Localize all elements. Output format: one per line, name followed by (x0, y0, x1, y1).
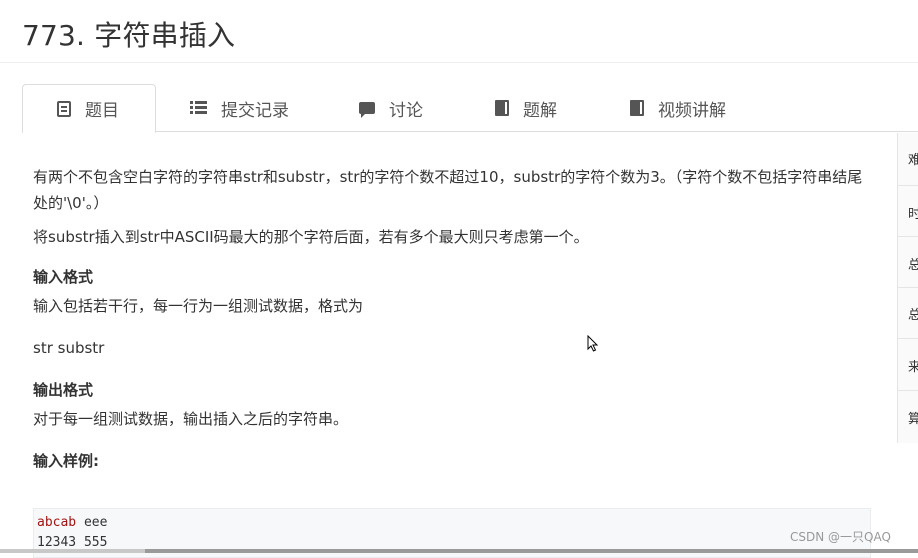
horizontal-scrollbar[interactable] (0, 549, 918, 553)
tab-solutions-label: 题解 (523, 100, 557, 121)
input-format-text: 输入包括若干行，每一行为一组测试数据，格式为 (33, 297, 364, 315)
code-token: abcab (37, 515, 77, 530)
scrollbar-thumb[interactable] (145, 549, 918, 553)
tab-video[interactable]: 视频讲解 (630, 84, 726, 132)
divider (898, 287, 918, 288)
info-difficulty: 难 (908, 153, 918, 168)
csdn-watermark: CSDN @一只QAQ (790, 530, 891, 544)
code-token: 12343 (37, 535, 77, 550)
info-time: 时 (908, 207, 918, 222)
info-source: 来 (908, 360, 918, 375)
tab-video-label: 视频讲解 (658, 100, 726, 121)
divider (898, 236, 918, 237)
problem-content: 有两个不包含空白字符的字符串str和substr，str的字符个数不超过10，s… (33, 160, 873, 471)
tab-solutions[interactable]: 题解 (495, 84, 557, 132)
code-token: eee (76, 515, 108, 530)
tab-discussion[interactable]: 讨论 (359, 84, 423, 132)
list-icon (190, 101, 207, 115)
divider (898, 390, 918, 391)
page-title: 773. 字符串插入 (22, 19, 236, 52)
output-format-text: 对于每一组测试数据，输出插入之后的字符串。 (33, 410, 349, 428)
tab-problem-label: 题目 (85, 101, 119, 121)
code-token: 555 (76, 535, 108, 550)
output-format-heading: 输出格式 (33, 381, 94, 399)
document-icon (57, 100, 71, 117)
input-format-example: str substr (33, 339, 105, 357)
tab-bar: 题目 提交记录 讨论 题解 视频讲解 (22, 84, 918, 133)
tab-submissions[interactable]: 提交记录 (190, 84, 289, 132)
divider (898, 338, 918, 339)
tab-problem[interactable]: 题目 (22, 84, 156, 133)
problem-requirement: 将substr插入到str中ASCII码最大的那个字符后面，若有多个最大则只考虑… (33, 228, 589, 246)
sample-input-heading: 输入样例: (33, 452, 99, 470)
tab-discussion-label: 讨论 (389, 100, 423, 121)
book-icon (495, 100, 509, 116)
tab-submissions-label: 提交记录 (221, 100, 289, 121)
problem-info-panel: 难 时 总 总 来 算 (897, 133, 918, 443)
code-line: abcab eee (37, 513, 867, 533)
divider (898, 185, 918, 186)
tab-bar-underline (22, 131, 918, 132)
title-divider (0, 62, 918, 63)
chat-icon (359, 102, 375, 118)
book-icon (630, 100, 644, 116)
problem-description: 有两个不包含空白字符的字符串str和substr，str的字符个数不超过10，s… (33, 168, 863, 212)
info-algorithm: 算 (908, 412, 918, 427)
info-total-1: 总 (908, 258, 918, 273)
input-format-heading: 输入格式 (33, 268, 94, 286)
info-total-2: 总 (908, 308, 918, 323)
